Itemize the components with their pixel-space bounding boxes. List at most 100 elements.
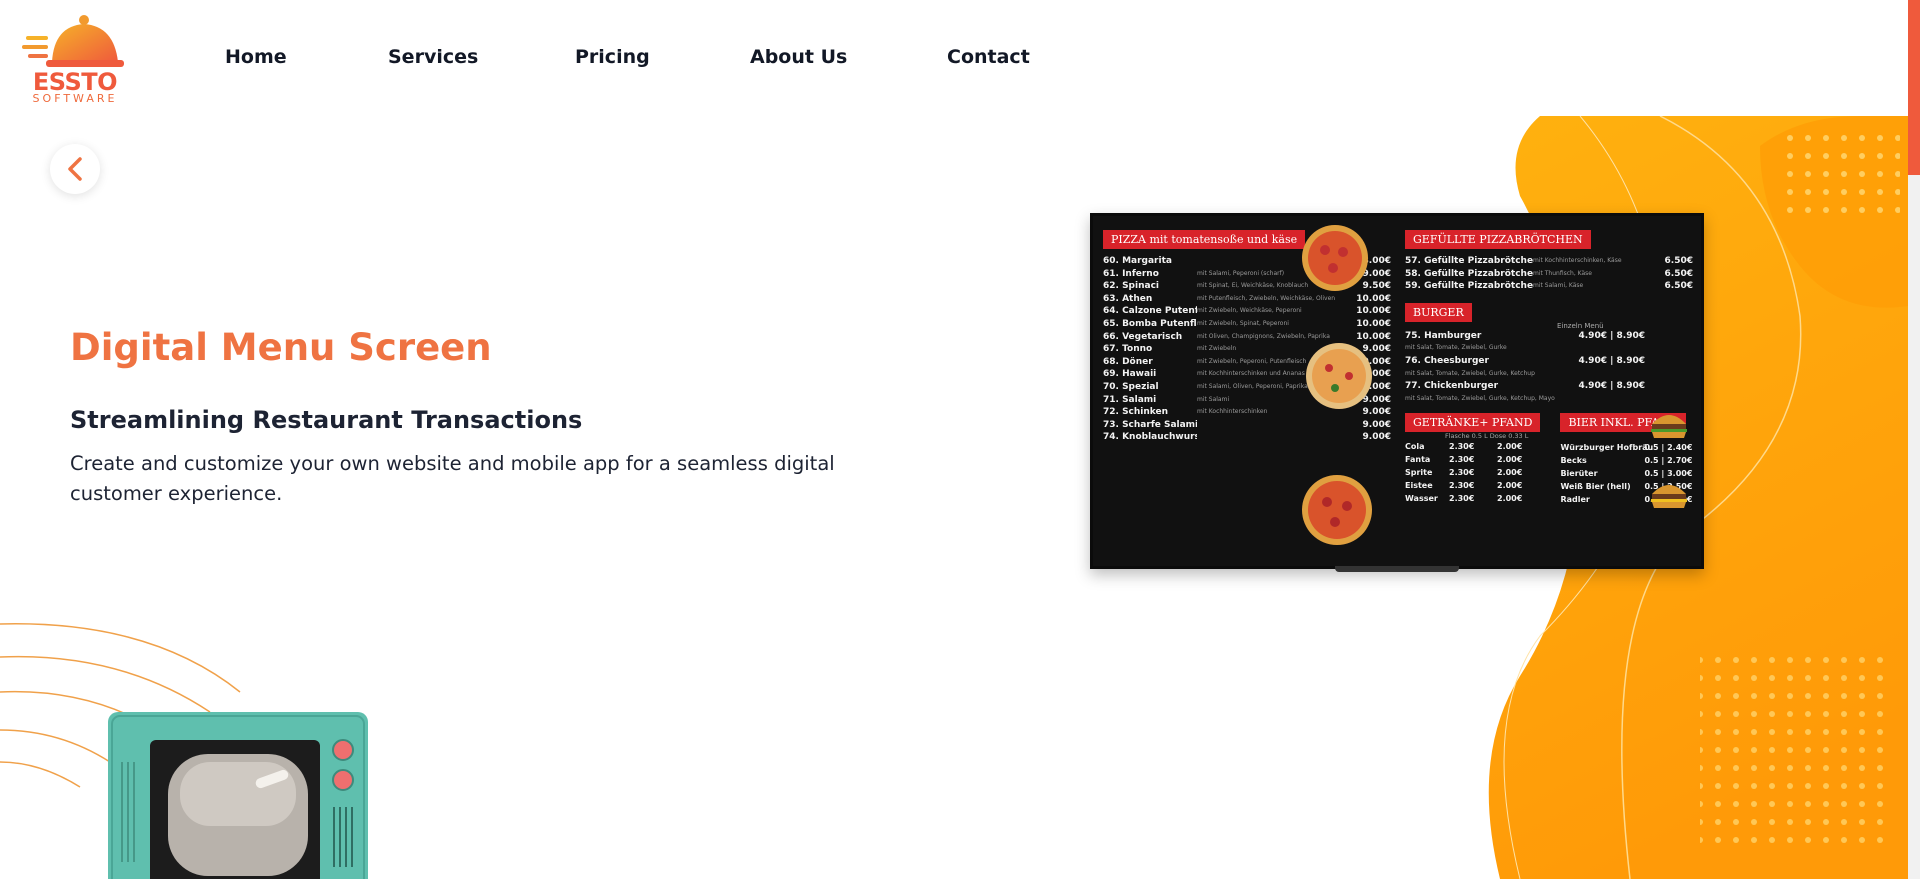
menu-item-n: 71. Salami (1103, 394, 1157, 405)
menu-item-p: 6.50€ (1664, 281, 1693, 292)
menu-item-text: 2.00€ (1497, 494, 1523, 504)
drinks-heading: GETRÄNKE+ PFAND (1405, 413, 1541, 433)
menu-item-row: 77. Chickenburger 4.90€ | 8.90€ (1405, 380, 1699, 393)
menu-item-n: 65. Bomba Putenfleisch (1103, 318, 1197, 329)
menu-item-n: 69. Hawaii (1103, 369, 1157, 380)
menu-item-row: 59. Gefüllte Pizzabrötchen mit Salami, Kä… (1405, 280, 1699, 293)
menu-item-text: 2.00€ (1497, 455, 1523, 465)
drinks-columns: Flasche 0.5 L Dose 0.33 L (1445, 432, 1529, 441)
menu-item-d: mit Zwiebeln, Weichkäse, Peperoni (1197, 307, 1302, 315)
menu-item-row: mit Salat, Tomate, Zwiebel, Gurke, Ketch… (1405, 368, 1699, 381)
menu-item-d: mit Thunfisch, Käse (1533, 269, 1592, 277)
logo-subtitle: SOFTWARE (32, 92, 118, 105)
menu-item-p: 4.90€ | 8.90€ (1578, 381, 1646, 392)
menu-item-text: 2.00€ (1497, 468, 1523, 478)
burger-heading: BURGER (1405, 302, 1472, 322)
burger-columns: Einzeln Menü (1557, 321, 1604, 330)
menu-item-n: 61. Inferno (1103, 268, 1159, 279)
menu-item-row: 58. Gefüllte Pizzabrötchen mit Thunfisch,… (1405, 268, 1699, 281)
menu-item-text: 2.30€ (1449, 442, 1475, 452)
menu-item-n: 58. Gefüllte Pizzabrötchen (1405, 268, 1533, 279)
menu-item-p: 4.90€ | 8.90€ (1578, 330, 1646, 341)
menu-item-text: 2.00€ (1497, 481, 1523, 491)
nav-pricing[interactable]: Pricing (575, 46, 650, 68)
scrollbar[interactable] (1908, 0, 1920, 879)
menu-item-row: Fanta 2.30€ 2.00€ (1405, 453, 1540, 466)
page-title: Digital Menu Screen (70, 326, 492, 369)
menu-item-row: Cola 2.30€ 2.00€ (1405, 440, 1540, 453)
menu-item-row: 63. Athen mit Putenfleisch, Zwiebeln, Wei… (1103, 293, 1403, 306)
menu-item-p: 10.00€ (1356, 293, 1391, 304)
menu-item-text: Sprite (1405, 468, 1433, 478)
menu-item-text: Weiß Bier (hell) (1560, 482, 1631, 492)
menu-item-d: mit Salami, Käse (1533, 282, 1584, 290)
back-button[interactable] (50, 144, 100, 194)
menu-item-row: mit Salat, Tomate, Zwiebel, Gurke (1405, 342, 1699, 355)
menu-item-row: 76. Cheesburger 4.90€ | 8.90€ (1405, 355, 1699, 368)
menu-item-n: 57. Gefüllte Pizzabrötchen (1405, 256, 1533, 266)
screen-stand (1335, 566, 1459, 572)
nav-about-us[interactable]: About Us (750, 46, 847, 68)
menu-item-text: 2.30€ (1449, 481, 1475, 491)
menu-item-n: 75. Hamburger (1405, 330, 1482, 341)
pizza-image (1302, 225, 1368, 291)
nav-contact[interactable]: Contact (947, 46, 1030, 68)
menu-item-p: 10.00€ (1356, 306, 1391, 317)
burger-image (1651, 485, 1687, 508)
menu-item-n: 68. Döner (1103, 356, 1153, 367)
menu-item-text: Wasser (1405, 494, 1438, 504)
nav-home[interactable]: Home (225, 46, 287, 68)
menu-item-p: 6.50€ (1664, 268, 1693, 279)
menu-item-text: Radler (1560, 495, 1590, 505)
menu-item-d: mit Kochhinterschinken, Käse (1533, 257, 1622, 264)
menu-item-n: 77. Chickenburger (1405, 381, 1499, 392)
menu-item-row: 64. Calzone Putenfleischmit Zwiebeln, We… (1103, 305, 1403, 318)
pizza-image (1306, 343, 1372, 409)
menu-item-p: 6.50€ (1664, 256, 1693, 266)
chevron-left-icon (68, 157, 82, 181)
menu-item-n: 63. Athen (1103, 293, 1153, 304)
page-subtitle: Streamlining Restaurant Transactions (70, 406, 583, 434)
menu-item-n: 76. Cheesburger (1405, 355, 1489, 366)
menu-item-n: 74. Knoblauchwurst (1103, 432, 1197, 443)
menu-item-row: 57. Gefüllte Pizzabrötchen mit Kochhinter… (1405, 255, 1699, 268)
menu-item-text: Eistee (1405, 481, 1433, 491)
menu-item-p: 9.00€ (1362, 432, 1391, 443)
logo[interactable]: ESSTO SOFTWARE (22, 12, 128, 106)
menu-item-text: 0.5 | 2.70€ (1644, 456, 1693, 466)
menu-item-row: Eistee 2.30€ 2.00€ (1405, 479, 1540, 492)
rolls-section: GEFÜLLTE PIZZABRÖTCHEN 57. Gefüllte Pizz… (1405, 228, 1700, 508)
pizza-image (1302, 475, 1372, 545)
retro-tv-illustration (0, 623, 368, 879)
menu-item-d (1197, 419, 1345, 432)
menu-item-text: Cola (1405, 442, 1425, 452)
menu-item-d: mit Putenfleisch, Zwiebeln, Weichkäse, O… (1197, 294, 1336, 302)
menu-item-n: 67. Tonno (1103, 344, 1153, 355)
nav-services[interactable]: Services (388, 46, 478, 68)
menu-item-row: Sprite 2.30€ 2.00€ (1405, 466, 1540, 479)
menu-item-text: 2.30€ (1449, 494, 1475, 504)
burger-image (1651, 415, 1687, 438)
pizza-heading: PIZZA mit tomatensoße und käse (1103, 230, 1306, 249)
menu-item-row: mit Salat, Tomate, Zwiebel, Gurke, Ketch… (1405, 393, 1699, 406)
menu-item-row: Becks 0.5 | 2.70€ (1560, 454, 1700, 467)
menu-item-p: 9.00€ (1362, 419, 1391, 430)
menu-item-row: 73. Scharfe Salami 9.00€ (1103, 419, 1403, 432)
menu-item-d: mit Salat, Tomate, Zwiebel, Gurke, Ketch… (1405, 369, 1535, 377)
menu-item-text: Becks (1560, 456, 1587, 466)
pizza-section: PIZZA mit tomatensoße und käse 60. Marga… (1103, 225, 1403, 545)
scrollbar-thumb[interactable] (1908, 0, 1920, 175)
menu-item-n: 73. Scharfe Salami (1103, 419, 1197, 430)
cloche-icon (22, 15, 124, 67)
menu-item-row: 65. Bomba Putenfleischmit Zwiebeln, Spin… (1103, 318, 1403, 331)
menu-item-n: 64. Calzone Putenfleisch (1103, 306, 1197, 317)
menu-item-d: mit Salat, Tomate, Zwiebel, Gurke, Ketch… (1405, 394, 1555, 402)
menu-item-text: 2.30€ (1449, 468, 1475, 478)
menu-item-n: 66. Vegetarisch (1103, 331, 1183, 342)
menu-item-n: 72. Schinken (1103, 407, 1169, 418)
menu-item-n: 62. Spinaci (1103, 281, 1159, 292)
menu-item-d: mit Zwiebeln, Spinat, Peperoni (1197, 319, 1289, 327)
digital-menu-screen: PIZZA mit tomatensoße und käse 60. Marga… (1090, 213, 1704, 569)
rolls-heading: GEFÜLLTE PIZZABRÖTCHEN (1405, 230, 1591, 249)
menu-item-n: 59. Gefüllte Pizzabrötchen (1405, 281, 1533, 292)
